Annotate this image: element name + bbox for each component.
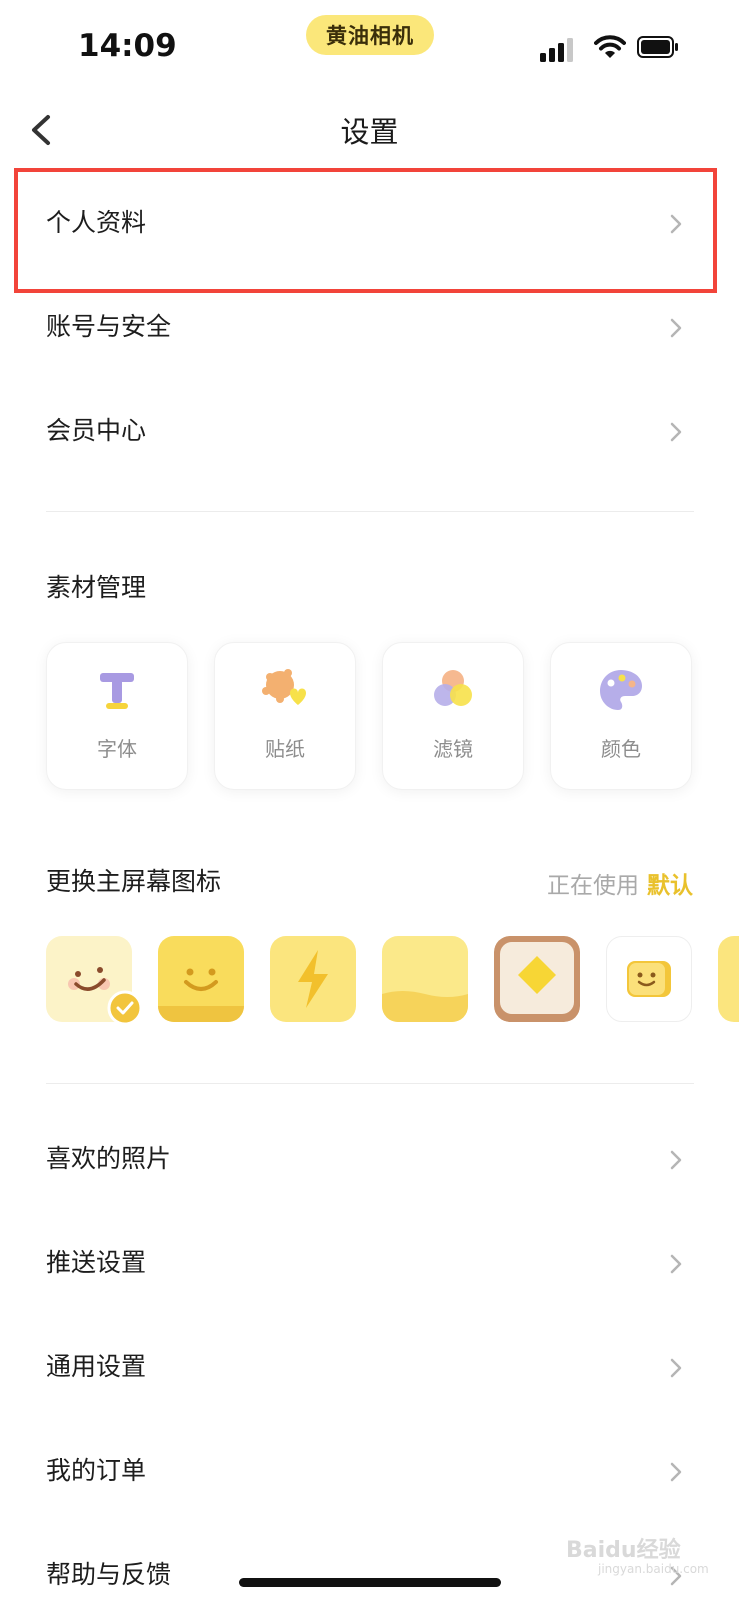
menu-item-label: 账号与安全	[46, 312, 172, 341]
divider	[46, 511, 694, 512]
partial-icon[interactable]	[718, 936, 739, 1022]
chevron-right-icon	[670, 1358, 682, 1378]
material-card-label: 字体	[97, 737, 137, 761]
menu-item-my-orders[interactable]: 我的订单	[0, 1418, 739, 1524]
chevron-right-icon	[670, 214, 682, 234]
page-title: 设置	[340, 115, 399, 149]
menu-item-label: 我的订单	[46, 1456, 147, 1485]
divider	[46, 1083, 694, 1084]
butter-block-icon[interactable]	[382, 936, 468, 1022]
home-icon-section-title: 更换主屏幕图标	[46, 867, 222, 896]
lightning-icon[interactable]	[270, 936, 356, 1022]
battery-icon	[637, 36, 678, 58]
home-indicator[interactable]	[239, 1578, 501, 1587]
app-name-pill: 黄油相机	[306, 15, 434, 55]
current-icon-value: 默认	[647, 873, 693, 899]
signal-icon	[540, 38, 573, 62]
menu-item-label: 帮助与反馈	[46, 1560, 172, 1589]
material-card-label: 贴纸	[265, 737, 305, 761]
sticker-icon	[262, 669, 306, 705]
chevron-right-icon	[670, 422, 682, 442]
filter-icon	[434, 670, 472, 706]
chevron-right-icon	[670, 1254, 682, 1274]
material-card-sticker[interactable]: 贴纸	[214, 642, 356, 790]
menu-item-general-settings[interactable]: 通用设置	[0, 1314, 739, 1420]
using-label: 正在使用	[547, 873, 639, 899]
menu-item-account-security[interactable]: 账号与安全	[0, 274, 739, 380]
material-card-font[interactable]: 字体	[46, 642, 188, 790]
yellow-smile-icon[interactable]	[158, 936, 244, 1022]
watermark: Baidu经验	[566, 1538, 681, 1563]
material-card-color[interactable]: 颜色	[550, 642, 692, 790]
material-card-label: 滤镜	[433, 737, 473, 761]
chevron-right-icon	[670, 318, 682, 338]
watermark-url: jingyan.baidu.com	[598, 1562, 709, 1576]
menu-item-label: 通用设置	[46, 1352, 147, 1381]
material-card-filter[interactable]: 滤镜	[382, 642, 524, 790]
toast-icon[interactable]	[494, 936, 580, 1022]
menu-item-profile[interactable]: 个人资料	[0, 170, 739, 276]
status-time: 14:09	[78, 28, 177, 64]
menu-item-label: 喜欢的照片	[46, 1144, 172, 1173]
menu-item-label: 个人资料	[46, 208, 147, 237]
wifi-icon	[594, 35, 626, 58]
nav-bar: 设置	[0, 95, 739, 165]
material-card-label: 颜色	[601, 737, 641, 761]
menu-item-label: 推送设置	[46, 1248, 147, 1277]
menu-item-membership[interactable]: 会员中心	[0, 378, 739, 484]
chevron-right-icon	[670, 1462, 682, 1482]
palette-icon	[600, 670, 642, 710]
current-icon-status: 正在使用 默认	[547, 866, 693, 900]
menu-item-label: 会员中心	[46, 416, 147, 445]
materials-section-title: 素材管理	[46, 573, 147, 602]
status-bar: 14:09 黄油相机	[0, 0, 739, 90]
font-icon	[100, 673, 134, 709]
menu-item-push-settings[interactable]: 推送设置	[0, 1210, 739, 1316]
camera-smile-icon[interactable]	[606, 936, 692, 1022]
chevron-right-icon	[670, 1150, 682, 1170]
menu-item-liked-photos[interactable]: 喜欢的照片	[0, 1106, 739, 1212]
selected-check-icon	[107, 990, 143, 1026]
